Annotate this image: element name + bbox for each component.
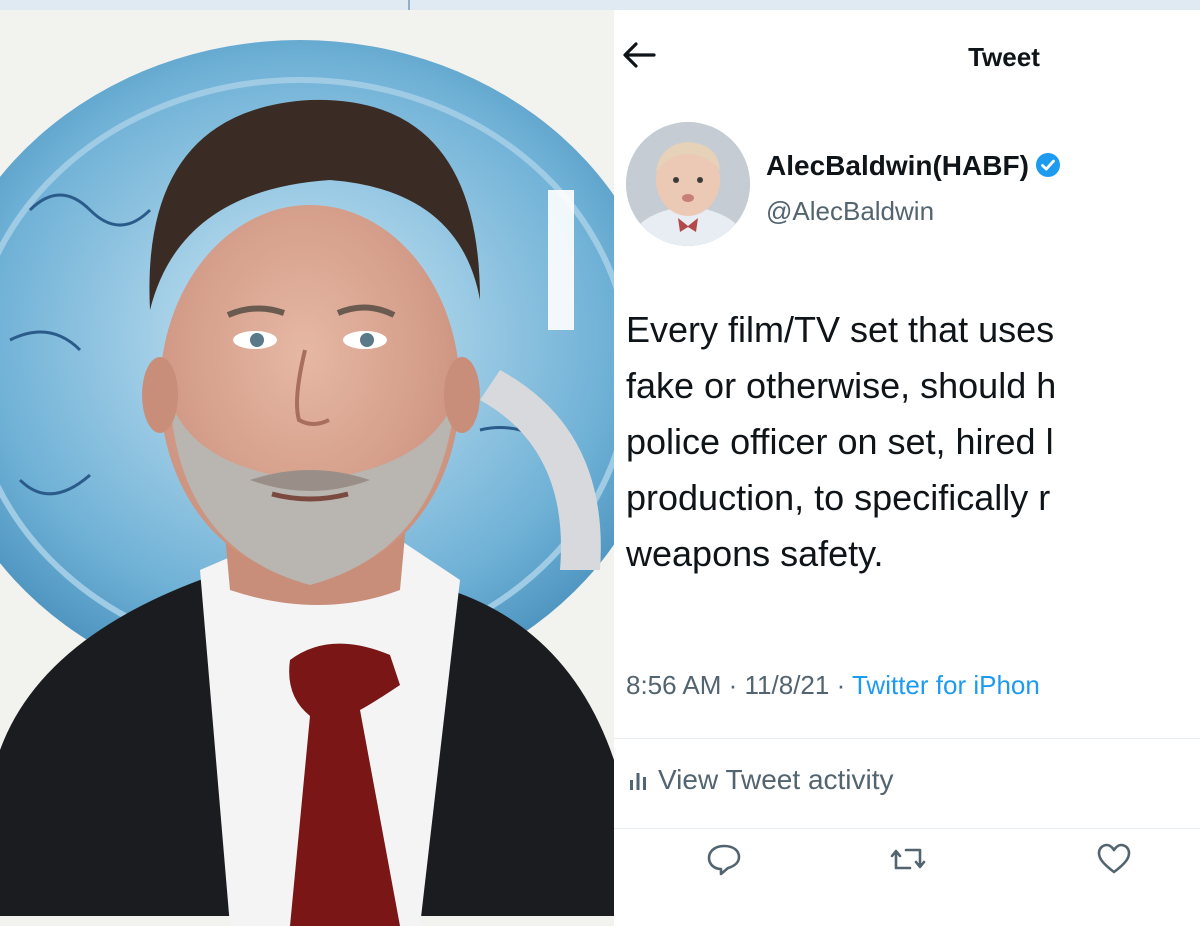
view-activity-label: View Tweet activity <box>658 764 894 795</box>
avatar[interactable] <box>626 122 750 246</box>
page-title: Tweet <box>968 42 1040 72</box>
tweet-line: weapons safety. <box>626 533 884 574</box>
tweet-time: 8:56 AM <box>626 670 722 700</box>
frame-tick <box>408 0 410 10</box>
reply-icon[interactable] <box>706 842 742 876</box>
tweet-body: Every film/TV set that uses fake or othe… <box>626 302 1200 582</box>
back-arrow-icon[interactable] <box>622 40 656 70</box>
tweet-line: production, to specifically r <box>626 477 1051 518</box>
like-icon[interactable] <box>1096 842 1132 876</box>
tweet-meta: 8:56 AM · 11/8/21 · Twitter for iPhon <box>626 670 1040 701</box>
author-display-name[interactable]: AlecBaldwin(HABF) <box>766 150 1061 182</box>
author-handle[interactable]: @AlecBaldwin <box>766 196 934 227</box>
meta-separator: · <box>829 670 852 700</box>
portrait-photo <box>0 10 614 926</box>
tweet-line: fake or otherwise, should h <box>626 365 1057 406</box>
divider <box>614 738 1200 739</box>
divider <box>614 828 1200 829</box>
meta-separator: · <box>721 670 745 700</box>
retweet-icon[interactable] <box>890 842 926 876</box>
analytics-icon <box>630 773 646 790</box>
avatar-image <box>626 122 750 246</box>
tweet-line: Every film/TV set that uses <box>626 309 1055 350</box>
author-name-text: AlecBaldwin(HABF) <box>766 150 1029 181</box>
tweet-source-link[interactable]: Twitter for iPhon <box>852 670 1040 700</box>
verified-badge-icon <box>1035 153 1060 177</box>
tweet-screenshot: Tweet AlecBaldwin(HABF) @AlecBaldwin Eve… <box>614 10 1200 926</box>
view-activity-link[interactable]: View Tweet activity <box>628 764 894 796</box>
portrait-illustration <box>0 10 614 926</box>
tweet-date: 11/8/21 <box>744 670 830 700</box>
tweet-line: police officer on set, hired l <box>626 421 1054 462</box>
